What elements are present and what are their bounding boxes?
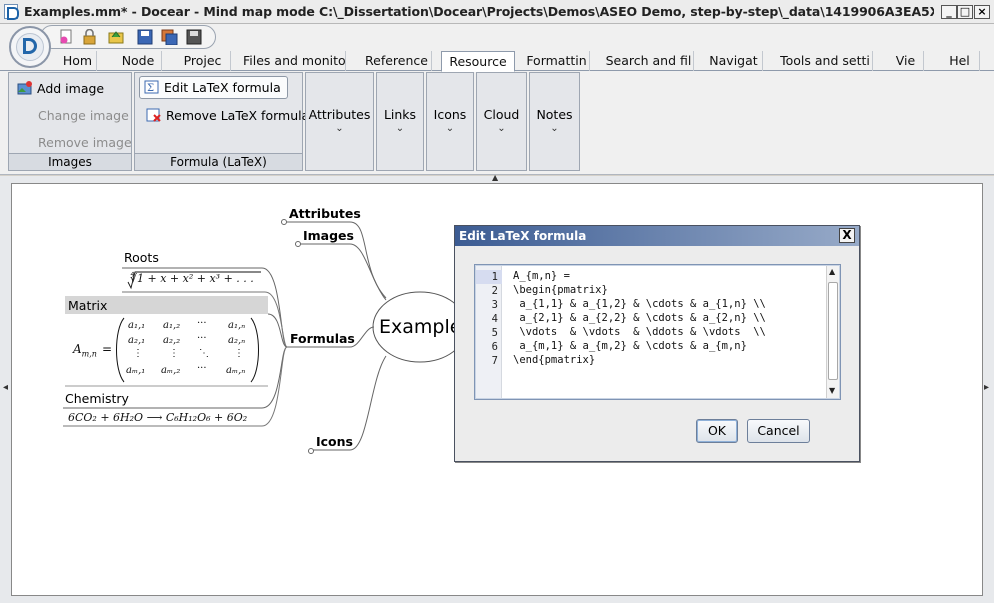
matrix-cell: a₁,₁ <box>128 320 146 331</box>
node-images[interactable]: Images <box>303 228 354 243</box>
matrix-cell: ··· <box>197 363 207 374</box>
node-chemistry[interactable]: Chemistry <box>65 391 129 406</box>
matrix-lhs: Am,n <box>73 342 97 358</box>
line-number: 1 <box>476 270 502 284</box>
matrix-right-paren <box>250 317 259 383</box>
node-roots[interactable]: Roots <box>124 250 159 265</box>
cancel-button[interactable]: Cancel <box>747 419 810 443</box>
dialog-close-button[interactable]: X <box>839 228 855 243</box>
scrollbar-thumb[interactable] <box>828 282 838 380</box>
line-number: 5 <box>491 327 498 339</box>
matrix-left-paren <box>116 317 125 383</box>
code-line[interactable]: a_{1,1} & a_{1,2} & \cdots & a_{1,n} \\ <box>513 297 766 311</box>
node-icons[interactable]: Icons <box>316 434 353 449</box>
matrix-cell: ··· <box>197 333 207 344</box>
code-line[interactable]: A_{m,n} = <box>513 269 570 283</box>
line-number: 4 <box>491 313 498 325</box>
fold-knob <box>281 219 287 225</box>
line-number-gutter: 1 2 3 4 5 6 7 <box>476 266 502 398</box>
matrix-cell: a₂,₂ <box>163 335 181 346</box>
matrix-cell: aₘ,ₙ <box>226 365 246 376</box>
matrix-cell: a₁,₂ <box>163 320 181 331</box>
matrix-cell: ⋱ <box>199 348 209 359</box>
app-window: Examples.mm* - Docear - Mind map mode C:… <box>0 0 994 603</box>
matrix-cell: ⋮ <box>234 348 244 359</box>
matrix-lhs-name: A <box>73 342 82 356</box>
node-matrix[interactable]: Matrix <box>68 298 107 313</box>
docear-logo-button[interactable] <box>9 26 51 68</box>
line-number: 6 <box>491 341 498 353</box>
code-line[interactable]: \begin{pmatrix} <box>513 283 608 297</box>
dialog-title: Edit LaTeX formula <box>455 226 859 246</box>
node-formulas[interactable]: Formulas <box>290 331 355 346</box>
ok-button[interactable]: OK <box>696 419 738 443</box>
matrix-cell: a₁,ₙ <box>228 320 246 331</box>
edge-images <box>300 243 387 301</box>
chemistry-formula: 6CO₂ + 6H₂O ⟶ C₆H₁₂O₆ + 6O₂ <box>68 411 248 424</box>
fold-knob <box>295 241 301 247</box>
fold-knob <box>308 448 314 454</box>
latex-code-editor[interactable]: 1 2 3 4 5 6 7 A_{m,n} = \begin{pmatrix} … <box>474 264 841 400</box>
code-line[interactable]: a_{m,1} & a_{m,2} & \cdots & a_{m,n} <box>513 339 747 353</box>
node-attributes[interactable]: Attributes <box>289 206 361 221</box>
matrix-lhs-subscript: m,n <box>81 349 97 359</box>
line-number: 2 <box>491 285 498 297</box>
roots-formula: ∜1 + x + x² + x³ + . . . <box>130 272 254 285</box>
matrix-equals: = <box>102 342 113 356</box>
matrix-cell: a₂,ₙ <box>228 335 246 346</box>
scroll-up-icon[interactable]: ▲ <box>829 267 835 276</box>
code-line[interactable]: a_{2,1} & a_{2,2} & \cdots & a_{2,n} \\ <box>513 311 766 325</box>
line-number: 7 <box>491 355 498 367</box>
editor-scrollbar[interactable]: ▲ ▼ <box>826 266 839 398</box>
edit-latex-dialog: Edit LaTeX formula X 1 2 3 4 5 6 7 A_{m,… <box>454 225 860 462</box>
line-number: 3 <box>491 299 498 311</box>
code-line[interactable]: \vdots & \vdots & \ddots & \vdots \\ <box>513 325 766 339</box>
matrix-cell: ··· <box>197 318 207 329</box>
tab-resources[interactable]: Resource <box>441 51 515 72</box>
matrix-cell: ⋮ <box>169 348 179 359</box>
matrix-cell: a₂,₁ <box>128 335 146 346</box>
scroll-down-icon[interactable]: ▼ <box>829 386 835 395</box>
matrix-cell: aₘ,₂ <box>161 365 181 376</box>
matrix-cell: ⋮ <box>133 348 143 359</box>
code-line[interactable]: \end{pmatrix} <box>513 353 595 367</box>
matrix-cell: aₘ,₁ <box>126 365 146 376</box>
